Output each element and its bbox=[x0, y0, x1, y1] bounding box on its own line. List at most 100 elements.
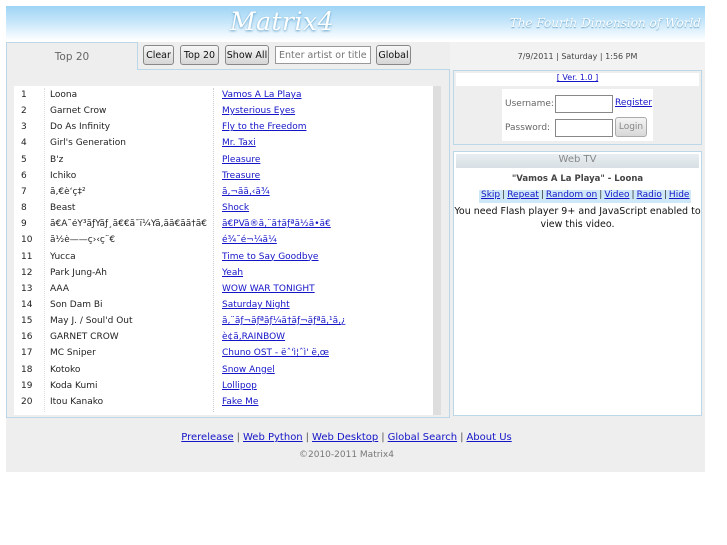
copyright: ©2010-2011 Matrix4 bbox=[299, 450, 394, 460]
login-form: Username: Register Password: Login bbox=[502, 89, 653, 141]
track-title-link[interactable]: Pleasure bbox=[222, 155, 260, 165]
track-rank: 18 bbox=[21, 364, 33, 375]
track-artist: Yucca bbox=[50, 251, 76, 262]
webtv-panel: Web TV "Vamos A La Playa" - Loona Skip | R… bbox=[453, 151, 702, 416]
track-artist: GARNET CROW bbox=[50, 332, 119, 343]
global-button[interactable]: Global bbox=[376, 45, 411, 65]
show-all-button[interactable]: Show All bbox=[225, 45, 269, 65]
table-row: 7 ã‚€è‘ç‡² ã‚¬ãã‚‹ã¾ bbox=[14, 185, 441, 201]
track-rank: 16 bbox=[21, 332, 33, 343]
table-row: 3 Do As Infinity Fly to the Freedom bbox=[14, 120, 441, 136]
table-row: 20 Itou Kanako Fake Me bbox=[14, 395, 441, 411]
separator: | bbox=[236, 432, 240, 443]
site-logo[interactable]: Matrix4 bbox=[230, 7, 334, 36]
separator: | bbox=[381, 432, 385, 443]
table-row: 10 ã½è——ç›‹ç¨€ é¾˜é¬¼ã¼ bbox=[14, 233, 441, 249]
track-title-link[interactable]: ã‚¨ãƒ¬ãƒªãƒ¼ã†ãƒ¬ãƒªã‚¹ã‚¿ bbox=[222, 316, 346, 326]
version-link[interactable]: [ Ver. 1.0 ] bbox=[456, 73, 699, 86]
player-control-random-on[interactable]: Random on bbox=[546, 190, 597, 200]
password-label: Password: bbox=[505, 123, 551, 133]
table-row: 9 ã€Ã˜éŸ³ãƒŸãƒ¸ã€€ã¯ï¼Ÿã‚ãã€ãã†ã€ ã€PVã®ã‚… bbox=[14, 217, 441, 233]
track-artist: Son Dam Bi bbox=[50, 299, 103, 310]
table-row: 2 Garnet Crow Mysterious Eyes bbox=[14, 104, 441, 120]
table-row: 4 Girl's Generation Mr. Taxi bbox=[14, 136, 441, 152]
search-input[interactable] bbox=[275, 46, 371, 64]
top20-button[interactable]: Top 20 bbox=[180, 45, 219, 65]
track-title-link[interactable]: Snow Angel bbox=[222, 365, 275, 375]
footer-link-about-us[interactable]: About Us bbox=[466, 432, 511, 443]
track-rank: 17 bbox=[21, 348, 33, 359]
player-control-radio[interactable]: Radio bbox=[637, 190, 662, 200]
flash-message: You need Flash player 9+ and JavaScript … bbox=[454, 206, 701, 230]
track-rank: 10 bbox=[21, 235, 33, 246]
footer-link-web-python[interactable]: Web Python bbox=[243, 432, 303, 443]
track-artist: May J. / Soul'd Out bbox=[50, 316, 133, 327]
track-artist: ã½è——ç›‹ç¨€ bbox=[50, 235, 116, 246]
player-control-repeat[interactable]: Repeat bbox=[507, 190, 539, 200]
track-rank: 19 bbox=[21, 380, 33, 391]
track-rank: 15 bbox=[21, 316, 33, 327]
table-row: 8 Beast Shock bbox=[14, 201, 441, 217]
track-rank: 9 bbox=[21, 219, 27, 230]
table-row: 11 Yucca Time to Say Goodbye bbox=[14, 250, 441, 266]
track-title-link[interactable]: Treasure bbox=[222, 171, 260, 181]
track-rank: 7 bbox=[21, 186, 27, 197]
track-title-link[interactable]: Fake Me bbox=[222, 397, 258, 407]
toolbar: Clear Top 20 Show All Global bbox=[6, 42, 450, 70]
table-row: 5 B'z Pleasure bbox=[14, 153, 441, 169]
footer-link-web-desktop[interactable]: Web Desktop bbox=[312, 432, 378, 443]
track-rank: 13 bbox=[21, 283, 33, 294]
track-rank: 12 bbox=[21, 267, 33, 278]
track-artist: Kotoko bbox=[50, 364, 81, 375]
track-title-link[interactable]: Fly to the Freedom bbox=[222, 122, 306, 132]
footer bbox=[6, 418, 705, 472]
player-control-video[interactable]: Video bbox=[604, 190, 629, 200]
track-title-link[interactable]: Chuno OST - ëˆ'ì¦ˆì' ë‚œ bbox=[222, 348, 329, 358]
player-control-skip[interactable]: Skip bbox=[481, 190, 500, 200]
track-artist: MC Sniper bbox=[50, 348, 96, 359]
separator: | bbox=[540, 190, 544, 200]
track-rank: 1 bbox=[21, 90, 27, 100]
player-controls: Skip | Repeat | Random on | Video | Radio | Hide bbox=[479, 190, 692, 203]
track-title-link[interactable]: Saturday Night bbox=[222, 300, 290, 310]
table-row: 13 AAA WOW WAR TONIGHT bbox=[14, 282, 441, 298]
track-artist: Girl's Generation bbox=[50, 138, 126, 149]
track-artist: Itou Kanako bbox=[50, 396, 104, 407]
clear-button[interactable]: Clear bbox=[143, 45, 174, 65]
footer-link-prerelease[interactable]: Prerelease bbox=[181, 432, 233, 443]
password-field[interactable] bbox=[555, 119, 613, 137]
track-title-link[interactable]: Time to Say Goodbye bbox=[222, 252, 318, 262]
top20-panel: Top 20 Clear Top 20 Show All Global 1 Loo… bbox=[6, 42, 450, 418]
username-label: Username: bbox=[505, 99, 554, 109]
track-artist: Loona bbox=[50, 90, 78, 100]
track-title-link[interactable]: Lollipop bbox=[222, 381, 257, 391]
footer-link-global-search[interactable]: Global Search bbox=[388, 432, 457, 443]
track-title-link[interactable]: Vamos A La Playa bbox=[222, 90, 302, 100]
table-row: 6 Ichiko Treasure bbox=[14, 169, 441, 185]
register-link[interactable]: Register bbox=[615, 98, 652, 108]
track-title-link[interactable]: WOW WAR TONIGHT bbox=[222, 284, 315, 294]
track-rank: 20 bbox=[21, 396, 33, 407]
track-artist: Do As Infinity bbox=[50, 122, 111, 133]
track-title-link[interactable]: è¢ã‚RAINBOW bbox=[222, 332, 285, 342]
separator: | bbox=[305, 432, 310, 443]
track-title-link[interactable]: ã€PVã®ã‚¨ã†ãƒªã½ã•ã€ bbox=[222, 219, 331, 229]
track-title-link[interactable]: Yeah bbox=[222, 268, 243, 278]
track-rank: 3 bbox=[21, 122, 27, 133]
track-title-link[interactable]: Mysterious Eyes bbox=[222, 106, 295, 116]
track-title-link[interactable]: ã‚¬ãã‚‹ã¾ bbox=[222, 187, 270, 197]
separator: | bbox=[663, 190, 667, 200]
track-title-link[interactable]: é¾˜é¬¼ã¼ bbox=[222, 235, 277, 245]
table-row: 17 MC Sniper Chuno OST - ëˆ'ì¦ˆì' ë‚œ bbox=[14, 346, 441, 362]
username-field[interactable] bbox=[555, 95, 613, 113]
track-artist: B'z bbox=[50, 154, 64, 165]
player-control-hide[interactable]: Hide bbox=[669, 190, 690, 200]
login-button[interactable]: Login bbox=[615, 117, 647, 137]
scrollbar[interactable] bbox=[433, 86, 441, 415]
track-title-link[interactable]: Mr. Taxi bbox=[222, 138, 256, 148]
table-row: 15 May J. / Soul'd Out ã‚¨ãƒ¬ãƒªãƒ¼ã†ãƒ¬ãƒ… bbox=[14, 314, 441, 330]
now-playing: "Vamos A La Playa" - Loona bbox=[511, 174, 644, 184]
track-rank: 11 bbox=[21, 251, 33, 262]
login-panel: [ Ver. 1.0 ] Username: Register Password… bbox=[453, 70, 702, 145]
track-title-link[interactable]: Shock bbox=[222, 203, 249, 213]
